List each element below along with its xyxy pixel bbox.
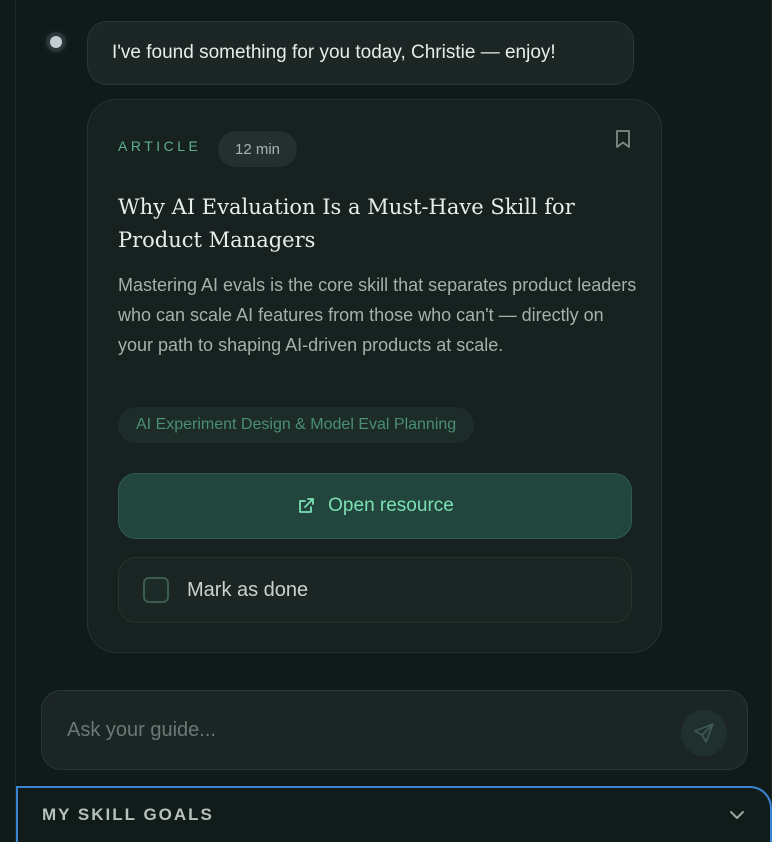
mark-done-label: Mark as done xyxy=(187,578,309,601)
skill-tag: AI Experiment Design & Model Eval Planni… xyxy=(118,407,475,443)
resource-title: Why AI Evaluation Is a Must-Have Skill f… xyxy=(118,195,575,252)
send-button[interactable] xyxy=(681,710,727,756)
skill-goals-toggle[interactable]: MY SKILL GOALS xyxy=(16,786,772,842)
open-resource-button[interactable]: Open resource xyxy=(118,473,632,539)
resource-description: Mastering AI evals is the core skill tha… xyxy=(118,275,637,355)
external-link-icon xyxy=(299,498,315,513)
mark-as-done-toggle[interactable]: Mark as done xyxy=(118,557,632,623)
guide-avatar-dot xyxy=(50,36,62,48)
duration-badge: 12 min xyxy=(218,131,297,167)
open-resource-label: Open resource xyxy=(328,495,454,516)
guide-message-bubble: I've found something for you today, Chri… xyxy=(87,21,634,85)
guide-message-text: I've found something for you today, Chri… xyxy=(112,42,556,63)
skill-goals-label: MY SKILL GOALS xyxy=(42,805,214,824)
resource-type-label: ARTICLE xyxy=(118,138,202,154)
send-icon xyxy=(694,723,714,743)
resource-card: ARTICLE 12 min Why AI Evaluation Is a Mu… xyxy=(87,99,662,653)
guide-composer xyxy=(41,690,748,770)
ask-guide-input[interactable] xyxy=(42,691,662,769)
bookmark-icon[interactable] xyxy=(612,128,634,150)
mark-done-checkbox[interactable] xyxy=(143,577,169,603)
left-divider xyxy=(15,0,16,842)
chevron-down-icon xyxy=(730,811,744,819)
